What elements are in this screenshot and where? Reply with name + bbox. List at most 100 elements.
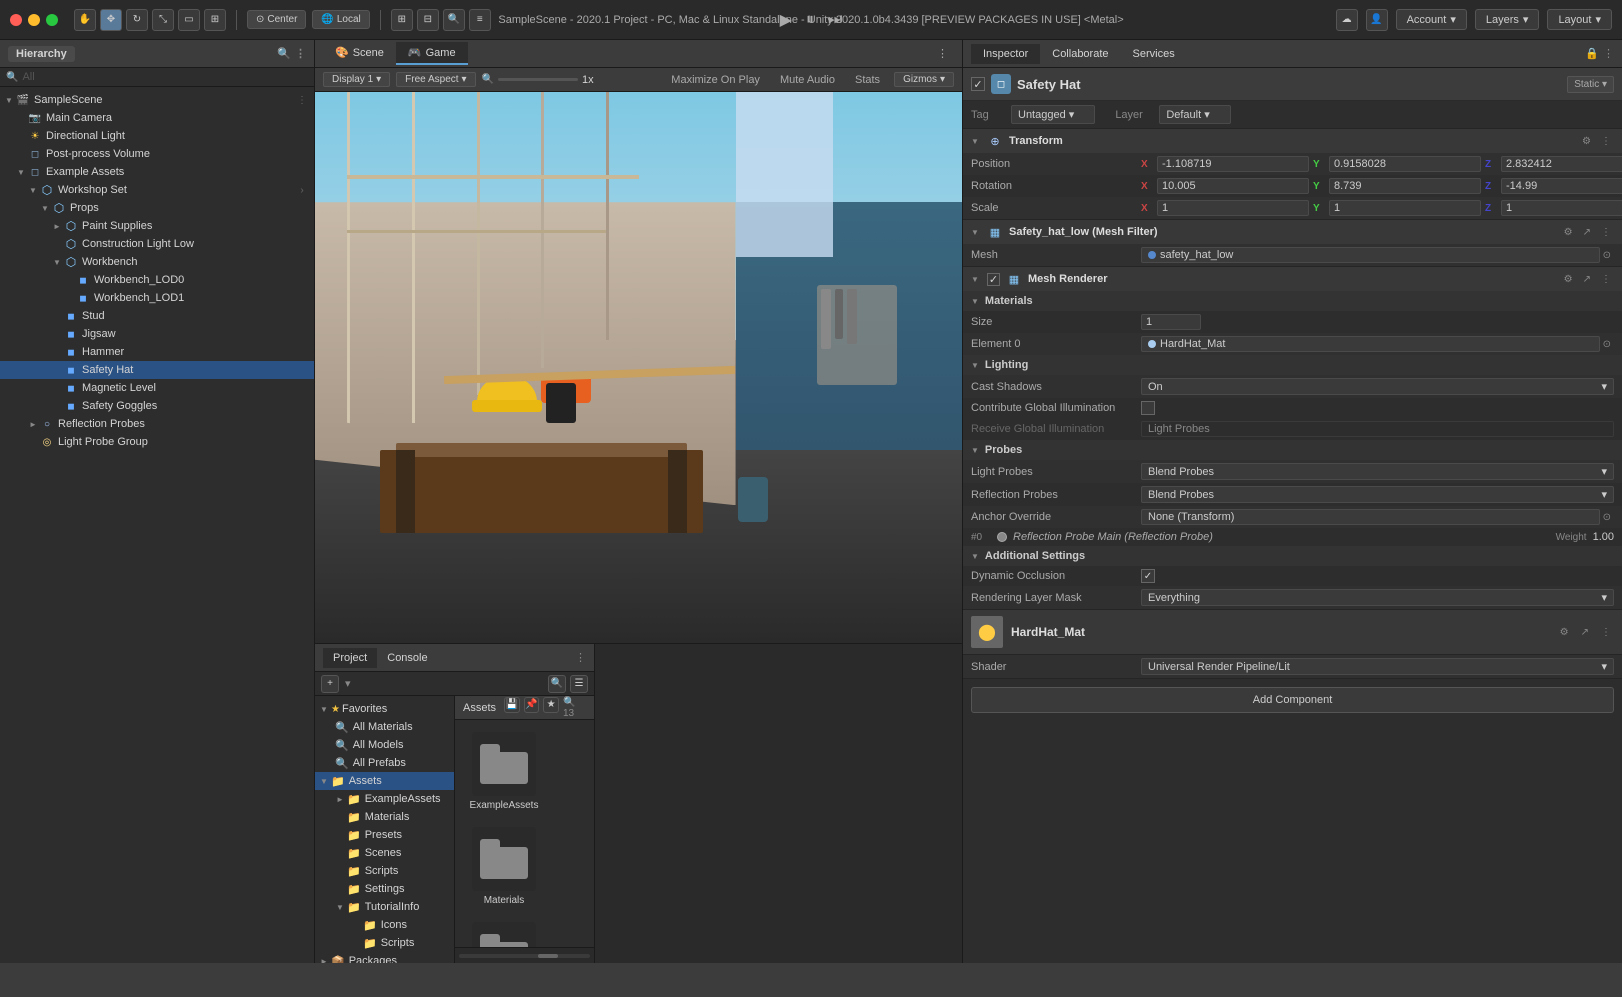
display-btn[interactable]: Display 1 ▾ — [323, 72, 390, 87]
hierarchy-paint-supplies[interactable]: ⬡ Paint Supplies — [0, 217, 314, 235]
pivot-local-btn[interactable]: 🌐 Local — [312, 10, 369, 29]
custom-tool[interactable]: ⊞ — [204, 9, 226, 31]
cloud-icon[interactable]: ☁ — [1336, 9, 1358, 31]
assets-star-btn[interactable]: ★ — [543, 697, 559, 713]
favorites-header[interactable]: ★ Favorites — [315, 700, 454, 718]
scrollbar-thumb[interactable] — [538, 954, 558, 958]
project-more[interactable]: ⋮ — [575, 651, 586, 664]
rot-z-input[interactable] — [1501, 178, 1622, 194]
presets-folder[interactable]: 📁 Presets — [315, 826, 454, 844]
all-prefabs[interactable]: 🔍 All Prefabs — [315, 754, 454, 772]
settings-folder[interactable]: 📁 Settings — [315, 880, 454, 898]
mat-settings[interactable]: ⚙ — [1557, 626, 1572, 639]
packages-root[interactable]: 📦 Packages — [315, 952, 454, 963]
rotate-tool[interactable]: ↻ — [126, 9, 148, 31]
hierarchy-jigsaw[interactable]: ◼ Jigsaw — [0, 325, 314, 343]
reflection-probes-dropdown[interactable]: Blend Probes ▾ — [1141, 486, 1614, 503]
step-button[interactable]: ⏭ — [822, 9, 848, 31]
gizmos-btn[interactable]: Gizmos ▾ — [894, 72, 954, 87]
go-static-btn[interactable]: Static ▾ — [1567, 76, 1614, 93]
icons-folder[interactable]: 📁 Icons — [315, 916, 454, 934]
mf-menu[interactable]: ⋮ — [1598, 226, 1614, 239]
snap-tool[interactable]: ⊞ — [391, 9, 413, 31]
all-models[interactable]: 🔍 All Models — [315, 736, 454, 754]
scene-more[interactable]: ⋮ — [294, 92, 310, 108]
tag-select[interactable]: Untagged ▾ — [1011, 105, 1095, 124]
hierarchy-tab[interactable]: Hierarchy — [8, 46, 75, 62]
hierarchy-light-probe-group[interactable]: ◎ Light Probe Group — [0, 433, 314, 451]
scenes-folder[interactable]: 📁 Scenes — [315, 844, 454, 862]
play-button[interactable]: ▶ — [774, 8, 798, 32]
services-tab[interactable]: Services — [1121, 44, 1187, 64]
mr-menu[interactable]: ⋮ — [1598, 273, 1614, 286]
add-folder-btn[interactable]: + — [321, 675, 339, 693]
example-assets-folder[interactable]: 📁 ExampleAssets — [315, 790, 454, 808]
workshop-more[interactable]: › — [294, 182, 310, 198]
mr-enabled-check[interactable]: ✓ — [987, 273, 1000, 286]
mf-settings[interactable]: ⚙ — [1561, 226, 1576, 239]
mr-settings[interactable]: ⚙ — [1561, 273, 1576, 286]
hierarchy-hammer[interactable]: ◼ Hammer — [0, 343, 314, 361]
mf-link[interactable]: ↗ — [1580, 226, 1594, 239]
rect-tool[interactable]: ▭ — [178, 9, 200, 31]
dynamic-occlusion-check[interactable]: ✓ — [1141, 569, 1155, 583]
pos-y-input[interactable] — [1329, 156, 1481, 172]
hierarchy-more-icon[interactable]: ⋮ — [295, 47, 306, 60]
all-materials[interactable]: 🔍 All Materials — [315, 718, 454, 736]
inspector-lock-icon[interactable]: 🔒 — [1585, 47, 1599, 60]
console-tab[interactable]: Console — [377, 648, 437, 668]
element0-select[interactable]: ⊙ — [1600, 338, 1614, 351]
scene-tab[interactable]: 🎨 Scene — [323, 42, 396, 65]
hand-tool[interactable]: ✋ — [74, 9, 96, 31]
assets-save-btn[interactable]: 💾 — [504, 697, 520, 713]
layers-btn[interactable]: Layers ▾ — [1475, 9, 1540, 30]
transform-settings[interactable]: ⚙ — [1579, 135, 1594, 148]
inspector-tab[interactable]: Inspector — [971, 44, 1040, 64]
assets-pin-btn[interactable]: 📌 — [524, 697, 540, 713]
hierarchy-magnetic-level[interactable]: ◼ Magnetic Level — [0, 379, 314, 397]
mr-link[interactable]: ↗ — [1580, 273, 1594, 286]
move-tool[interactable]: ✥ — [100, 9, 122, 31]
assets-root[interactable]: 📁 Assets — [315, 772, 454, 790]
mute-audio-btn[interactable]: Mute Audio — [774, 72, 841, 88]
hierarchy-stud[interactable]: ◼ Stud — [0, 307, 314, 325]
mat-link[interactable]: ↗ — [1578, 626, 1592, 639]
pos-x-input[interactable] — [1157, 156, 1309, 172]
mesh-ref-field[interactable]: safety_hat_low — [1141, 247, 1600, 263]
hierarchy-construction-light[interactable]: ⬡ Construction Light Low — [0, 235, 314, 253]
pause-button[interactable]: ⏸ — [800, 9, 820, 31]
scale-x-input[interactable] — [1157, 200, 1309, 216]
cast-shadows-dropdown[interactable]: On ▾ — [1141, 378, 1614, 395]
element0-ref[interactable]: HardHat_Mat — [1141, 336, 1600, 352]
scale-y-input[interactable] — [1329, 200, 1481, 216]
go-name[interactable]: Safety Hat — [1017, 77, 1561, 92]
maximize-on-play-btn[interactable]: Maximize On Play — [665, 72, 766, 88]
project-tab[interactable]: Project — [323, 648, 377, 668]
hierarchy-search-placeholder[interactable]: All — [22, 71, 308, 83]
contribute-gi-check[interactable] — [1141, 401, 1155, 415]
hierarchy-example-assets[interactable]: ◻ Example Assets — [0, 163, 314, 181]
rot-x-input[interactable] — [1157, 178, 1309, 194]
project-search-btn[interactable]: 🔍 — [548, 675, 566, 693]
pos-z-input[interactable] — [1501, 156, 1622, 172]
hierarchy-safety-goggles[interactable]: ◼ Safety Goggles — [0, 397, 314, 415]
layers-tool[interactable]: ≡ — [469, 9, 491, 31]
light-probes-dropdown[interactable]: Blend Probes ▾ — [1141, 463, 1614, 480]
tutorial-folder[interactable]: 📁 TutorialInfo — [315, 898, 454, 916]
viewport-more[interactable]: ⋮ — [931, 45, 954, 62]
hierarchy-wb-lod1[interactable]: ◼ Workbench_LOD1 — [0, 289, 314, 307]
asset-materials[interactable]: Materials — [467, 827, 541, 906]
mesh-ref-select[interactable]: ⊙ — [1600, 249, 1614, 262]
hierarchy-props[interactable]: ⬡ Props — [0, 199, 314, 217]
close-btn[interactable] — [10, 14, 22, 26]
game-tab[interactable]: 🎮 Game — [396, 42, 468, 65]
go-active-checkbox[interactable]: ✓ — [971, 77, 985, 91]
scale-z-input[interactable] — [1501, 200, 1622, 216]
hierarchy-scene-root[interactable]: 🎬 SampleScene ⋮ — [0, 91, 314, 109]
grid-tool[interactable]: ⊟ — [417, 9, 439, 31]
hierarchy-wb-lod0[interactable]: ◼ Workbench_LOD0 — [0, 271, 314, 289]
asset-presets[interactable]: Presets — [467, 922, 541, 947]
pivot-center-btn[interactable]: ⊙ Center — [247, 10, 306, 29]
hierarchy-workshop-set[interactable]: ⬡ Workshop Set › — [0, 181, 314, 199]
rendering-layer-dropdown[interactable]: Everything ▾ — [1141, 589, 1614, 606]
